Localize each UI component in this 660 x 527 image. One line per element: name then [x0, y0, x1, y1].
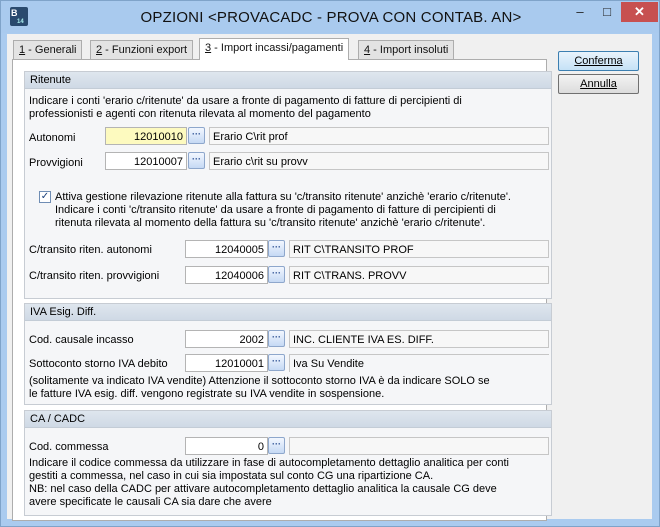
- transito-autonomi-label: C/transito riten. autonomi: [29, 244, 152, 256]
- group-iva-esig-diff: IVA Esig. Diff. Cod. causale incasso 200…: [24, 303, 552, 405]
- transito-ritenute-checkbox[interactable]: ✓: [39, 191, 51, 203]
- tab-panel: Ritenute Indicare i conti 'erario c/rite…: [12, 59, 552, 521]
- storno-iva-field[interactable]: 12010001: [185, 354, 268, 372]
- group-header: CA / CADC: [25, 411, 551, 428]
- ellipsis-icon[interactable]: ···: [268, 240, 285, 257]
- transito-autonomi-description: RIT C\TRANSITO PROF: [289, 240, 549, 258]
- commessa-label: Cod. commessa: [29, 441, 109, 453]
- transito-autonomi-field[interactable]: 12040005: [185, 240, 268, 258]
- commessa-field[interactable]: 0: [185, 437, 268, 455]
- tab-generali[interactable]: 1 - Generali: [13, 40, 83, 59]
- ellipsis-icon[interactable]: ···: [268, 330, 285, 347]
- cadc-note-line2: gestiti a commessa, nel caso in cui sia …: [29, 470, 434, 482]
- causale-incasso-field[interactable]: 2002: [185, 330, 268, 348]
- group-ritenute: Ritenute Indicare i conti 'erario c/rite…: [24, 71, 552, 299]
- maximize-icon[interactable]: □: [594, 2, 620, 22]
- storno-iva-description: Iva Su Vendite: [289, 354, 549, 372]
- provvigioni-field[interactable]: 12010007: [105, 152, 187, 170]
- group-header: Ritenute: [25, 72, 551, 89]
- transito-provvigioni-field[interactable]: 12040006: [185, 266, 268, 284]
- ellipsis-icon[interactable]: ···: [268, 266, 285, 283]
- transito-check-label: Attiva gestione rilevazione ritenute all…: [55, 191, 511, 203]
- ellipsis-icon[interactable]: ···: [268, 437, 285, 454]
- transito-provvigioni-label: C/transito riten. provvigioni: [29, 270, 160, 282]
- autonomi-field[interactable]: 12010010: [105, 127, 187, 145]
- options-window: B 14 OPZIONI <PROVACADC - PROVA CON CONT…: [0, 0, 660, 527]
- tab-import-insoluti[interactable]: 4 - Import insoluti: [358, 40, 455, 59]
- close-icon[interactable]: ✕: [621, 2, 658, 22]
- provvigioni-label: Provvigioni: [29, 157, 83, 169]
- provvigioni-description: Erario c\rit su provv: [209, 152, 549, 170]
- cancel-button[interactable]: Annulla: [558, 74, 639, 94]
- cadc-note-line1: Indicare il codice commessa da utilizzar…: [29, 457, 509, 469]
- confirm-button[interactable]: Conferma: [558, 51, 639, 71]
- cadc-note-line3: NB: nel caso della CADC per attivare aut…: [29, 483, 497, 495]
- autonomi-label: Autonomi: [29, 132, 76, 144]
- commessa-description: [289, 437, 549, 455]
- iva-note-line1: (solitamente va indicato IVA vendite) At…: [29, 375, 490, 387]
- causale-incasso-description: INC. CLIENTE IVA ES. DIFF.: [289, 330, 549, 348]
- causale-incasso-label: Cod. causale incasso: [29, 334, 134, 346]
- storno-iva-label: Sottoconto storno IVA debito: [29, 358, 168, 370]
- autonomi-description: Erario C\rit prof: [209, 127, 549, 145]
- ellipsis-icon[interactable]: ···: [188, 127, 205, 144]
- ellipsis-icon[interactable]: ···: [268, 354, 285, 371]
- group-header: IVA Esig. Diff.: [25, 304, 551, 321]
- title-bar[interactable]: B 14 OPZIONI <PROVACADC - PROVA CON CONT…: [1, 1, 659, 33]
- transito-check-line2: Indicare i conti 'c/transito ritenute' d…: [55, 204, 496, 216]
- window-title: OPZIONI <PROVACADC - PROVA CON CONTAB. A…: [140, 9, 522, 26]
- minimize-icon[interactable]: –: [567, 2, 593, 22]
- group-ca-cadc: CA / CADC Cod. commessa 0 ··· Indicare i…: [24, 410, 552, 516]
- ritenute-intro-line2: professionisti e agenti con ritenuta ril…: [29, 108, 371, 120]
- ritenute-intro-line1: Indicare i conti 'erario c/ritenute' da …: [29, 95, 462, 107]
- ellipsis-icon[interactable]: ···: [188, 152, 205, 169]
- tab-import-incassi-pagamenti[interactable]: 3 - Import incassi/pagamenti: [199, 38, 350, 60]
- transito-provvigioni-description: RIT C\TRANS. PROVV: [289, 266, 549, 284]
- iva-note-line2: le fatture IVA esig. diff. vengono regis…: [29, 388, 385, 400]
- cadc-note-line4: avere specificate le causali CA sia dare…: [29, 496, 272, 508]
- transito-check-line3: ritenuta rilevata al momento della fattu…: [55, 217, 486, 229]
- tab-funzioni-export[interactable]: 2 - Funzioni export: [90, 40, 194, 59]
